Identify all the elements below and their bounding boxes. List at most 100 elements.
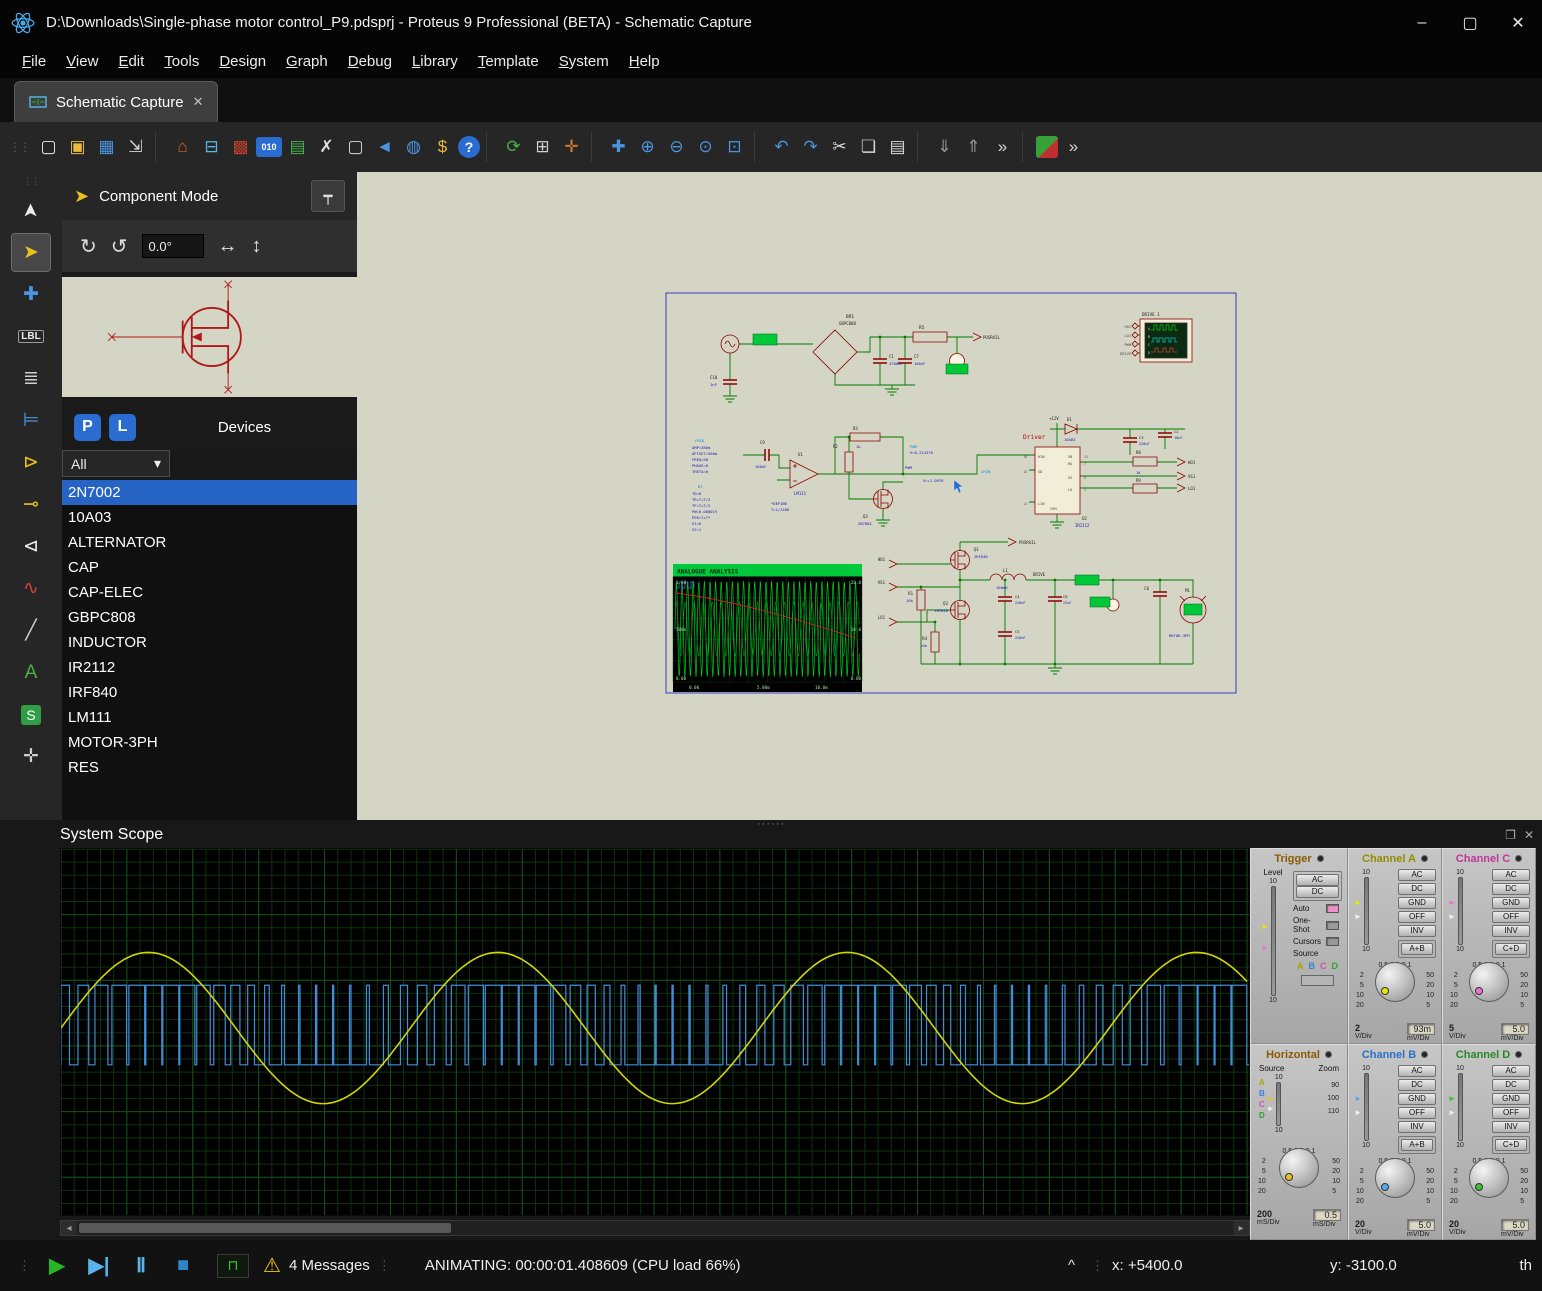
level-slider[interactable]: 10►►10 xyxy=(1261,877,1285,1005)
off-button[interactable]: OFF xyxy=(1492,911,1530,923)
zoom-in-button[interactable]: ⊕ xyxy=(634,134,661,161)
selection-filter-button[interactable]: ✗ xyxy=(313,134,340,161)
sum-button[interactable]: A+B xyxy=(1401,943,1433,955)
export-section-button[interactable]: ⇑ xyxy=(960,134,987,161)
trigger-source-box[interactable] xyxy=(1301,975,1334,986)
toggle-grid-button[interactable]: ⊞ xyxy=(529,134,556,161)
open-project-button[interactable]: ▣ xyxy=(64,134,91,161)
off-button[interactable]: OFF xyxy=(1398,911,1436,923)
previous-sheet-button[interactable]: ◄ xyxy=(371,134,398,161)
source-c[interactable]: C xyxy=(1320,961,1327,971)
sum-button[interactable]: C+D xyxy=(1495,943,1527,955)
ac-button[interactable]: AC xyxy=(1398,869,1436,881)
minimize-button[interactable]: – xyxy=(1398,0,1446,45)
schematic-capture-button[interactable]: ⊟ xyxy=(198,134,225,161)
generator-mode[interactable]: ⊲ xyxy=(12,528,50,565)
zoom-all-button[interactable]: ⊙ xyxy=(692,134,719,161)
device-item-inductor[interactable]: INDUCTOR xyxy=(62,630,357,655)
junction-dot-mode[interactable]: ✚ xyxy=(12,276,50,313)
maximize-button[interactable]: ▢ xyxy=(1446,0,1494,45)
scroll-right-icon[interactable]: ▸ xyxy=(1233,1221,1249,1235)
slider-marker[interactable]: ► xyxy=(1448,899,1456,907)
zoom-area-button[interactable]: ⊡ xyxy=(721,134,748,161)
buses-mode[interactable]: ⊨ xyxy=(12,402,50,439)
redo-button[interactable]: ↷ xyxy=(797,134,824,161)
2d-line-mode[interactable]: ╱ xyxy=(12,612,50,649)
device-item-cap-elec[interactable]: CAP-ELEC xyxy=(62,580,357,605)
selection-mode[interactable]: ➤ xyxy=(12,192,50,229)
auto-toggle[interactable] xyxy=(1326,904,1339,913)
slider-marker[interactable]: ► xyxy=(1267,1095,1275,1103)
inv-button[interactable]: INV xyxy=(1492,1121,1530,1133)
mirror-vertical-icon[interactable]: ↕ xyxy=(252,235,262,258)
terminals-mode[interactable]: ⊳ xyxy=(12,444,50,481)
menu-system[interactable]: System xyxy=(549,48,619,75)
ac-button[interactable]: AC xyxy=(1296,874,1339,886)
source-d[interactable]: D xyxy=(1259,1110,1265,1121)
text-script-mode[interactable]: ≣ xyxy=(12,360,50,397)
source-c[interactable]: C xyxy=(1259,1099,1265,1110)
new-sheet-button[interactable]: ▢ xyxy=(342,134,369,161)
timebase-knob[interactable] xyxy=(1279,1148,1319,1188)
dc-button[interactable]: DC xyxy=(1398,1079,1436,1091)
pick-devices-button[interactable]: P xyxy=(74,414,101,441)
schematic-canvas[interactable]: ANALOGUE ANALYSIS BR1GBPC808R5POSRAILC14… xyxy=(357,172,1542,820)
slider-marker[interactable]: ► xyxy=(1448,913,1456,921)
vdiv-knob[interactable] xyxy=(1469,1158,1509,1198)
pcb-layout-button[interactable]: ▩ xyxy=(227,134,254,161)
inv-button[interactable]: INV xyxy=(1398,1121,1436,1133)
paste-button[interactable]: ▤ xyxy=(884,134,911,161)
device-item-2n7002[interactable]: 2N7002 xyxy=(62,480,357,505)
menu-graph[interactable]: Graph xyxy=(276,48,338,75)
2d-marker-mode[interactable]: ✛ xyxy=(12,738,50,775)
help-button[interactable]: ? xyxy=(458,136,480,158)
close-button[interactable]: ✕ xyxy=(1494,0,1542,45)
menu-help[interactable]: Help xyxy=(619,48,670,75)
source-d[interactable]: D xyxy=(1332,961,1339,971)
false-origin-button[interactable]: ✛ xyxy=(558,134,585,161)
sum-button[interactable]: C+D xyxy=(1495,1139,1527,1151)
new-project-button[interactable]: ▢ xyxy=(35,134,62,161)
menu-library[interactable]: Library xyxy=(402,48,468,75)
rotation-input[interactable] xyxy=(142,234,204,258)
slider-marker[interactable]: ► xyxy=(1354,1095,1362,1103)
device-item-cap[interactable]: CAP xyxy=(62,555,357,580)
level-slider[interactable]: 10►►10 xyxy=(1448,868,1472,954)
library-button[interactable]: L xyxy=(109,414,136,441)
scope-horizontal-scrollbar[interactable]: ◂ ▸ xyxy=(60,1220,1250,1236)
ac-button[interactable]: AC xyxy=(1492,1065,1530,1077)
messages-link[interactable]: 4 Messages xyxy=(289,1257,370,1274)
dc-button[interactable]: DC xyxy=(1296,886,1339,898)
slider-marker[interactable]: ► xyxy=(1448,1095,1456,1103)
gnd-button[interactable]: GND xyxy=(1398,897,1436,909)
slider-marker[interactable]: ► xyxy=(1354,899,1362,907)
bill-of-materials-button[interactable]: $ xyxy=(429,134,456,161)
wire-label-mode[interactable]: LBL xyxy=(12,318,50,355)
undo-button[interactable]: ↶ xyxy=(768,134,795,161)
inv-button[interactable]: INV xyxy=(1492,925,1530,937)
gnd-button[interactable]: GND xyxy=(1492,1093,1530,1105)
vdiv-knob[interactable] xyxy=(1375,1158,1415,1198)
device-item-lm111[interactable]: LM111 xyxy=(62,705,357,730)
scroll-left-icon[interactable]: ◂ xyxy=(61,1221,77,1235)
menu-edit[interactable]: Edit xyxy=(108,48,154,75)
slider-marker[interactable]: ► xyxy=(1261,944,1269,952)
rotate-ccw-icon[interactable]: ↺ xyxy=(111,234,128,259)
import-section-button[interactable]: ⇓ xyxy=(931,134,958,161)
dc-button[interactable]: DC xyxy=(1492,1079,1530,1091)
menu-template[interactable]: Template xyxy=(468,48,549,75)
source-b[interactable]: B xyxy=(1259,1088,1265,1099)
web-search-button[interactable]: ◍ xyxy=(400,134,427,161)
schematic-sheet[interactable]: ANALOGUE ANALYSIS BR1GBPC808R5POSRAILC14… xyxy=(665,292,1237,694)
menu-design[interactable]: Design xyxy=(209,48,276,75)
cut-button[interactable]: ✂ xyxy=(826,134,853,161)
slider-marker[interactable]: ► xyxy=(1261,923,1269,931)
scope-close-icon[interactable]: ✕ xyxy=(1524,828,1534,842)
import-project-button[interactable]: ⇲ xyxy=(122,134,149,161)
play-button[interactable]: ▶ xyxy=(39,1248,75,1284)
menu-file[interactable]: File xyxy=(12,48,56,75)
off-button[interactable]: OFF xyxy=(1492,1107,1530,1119)
level-slider[interactable]: 10►►10 xyxy=(1354,1064,1378,1150)
redraw-button[interactable]: ⟳ xyxy=(500,134,527,161)
stop-button[interactable]: ■ xyxy=(165,1248,201,1284)
